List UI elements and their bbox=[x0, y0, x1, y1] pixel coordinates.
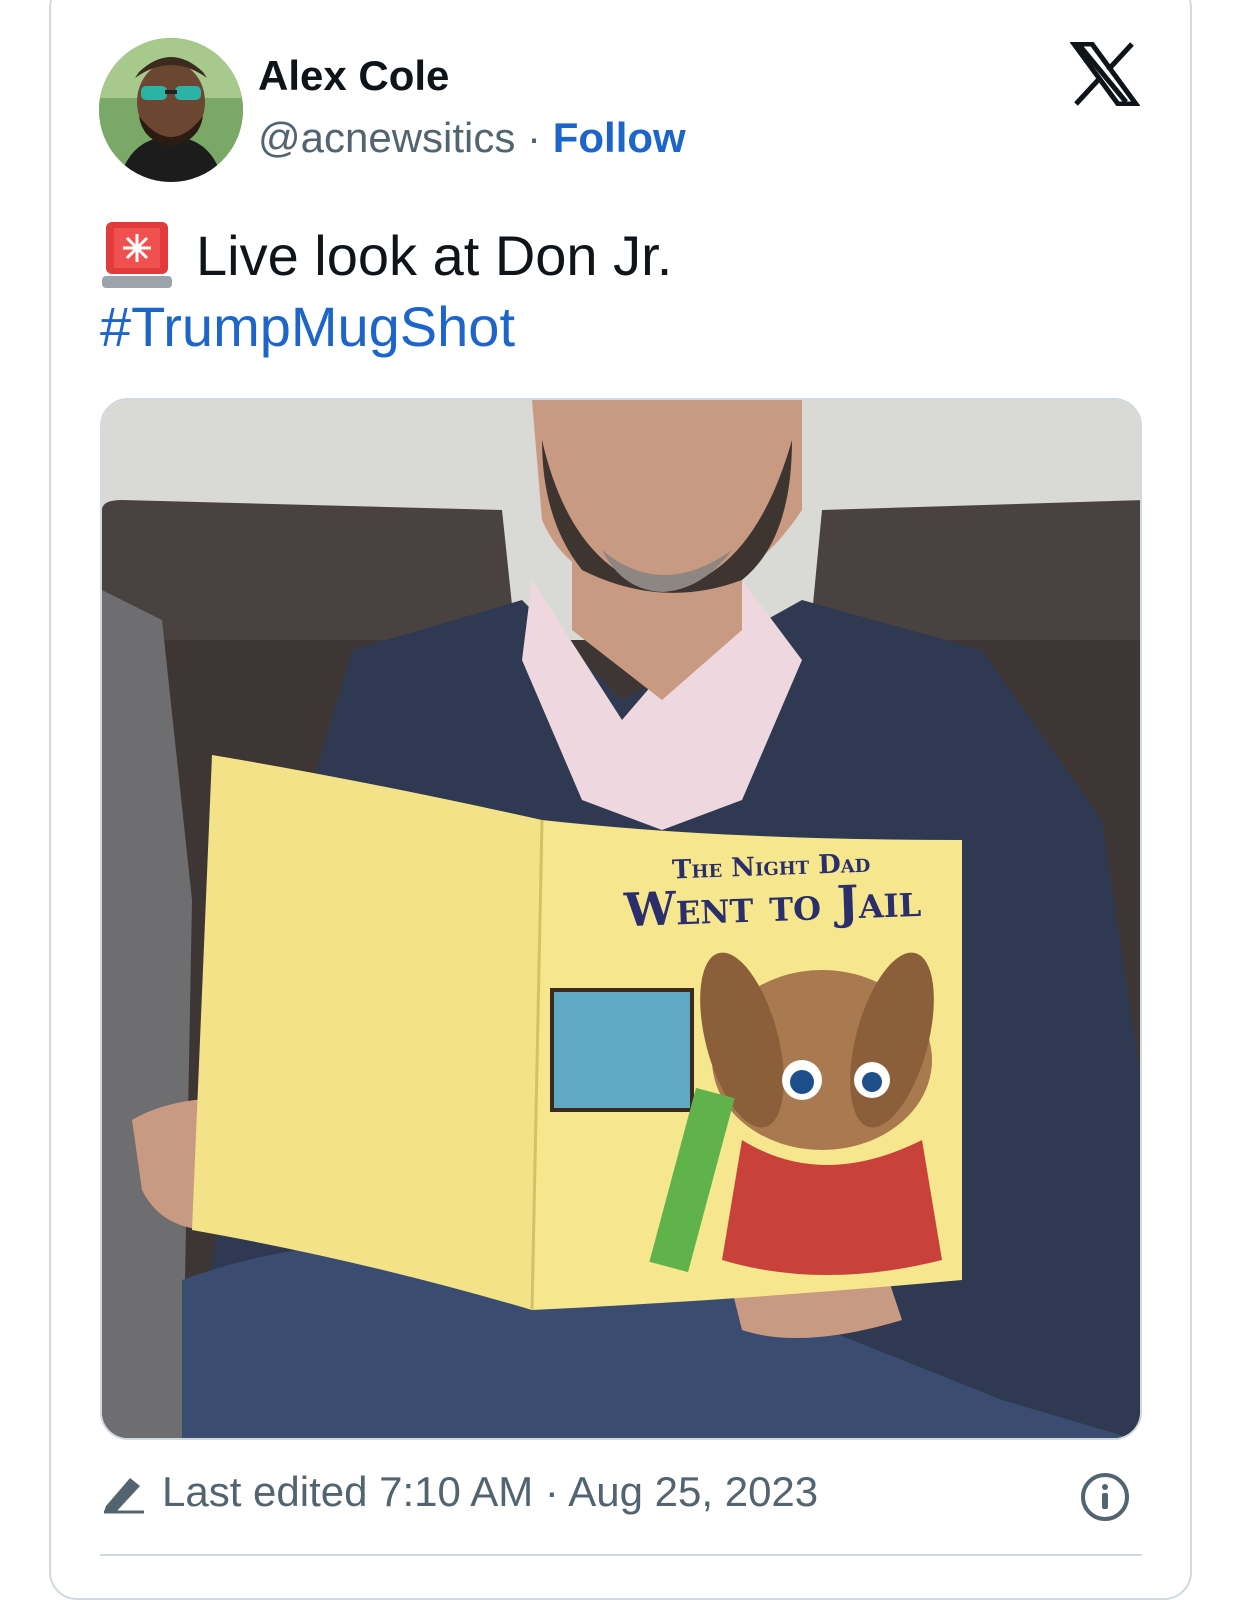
tweet-body: Live look at Don Jr. bbox=[196, 223, 673, 287]
avatar[interactable] bbox=[99, 38, 243, 182]
police-siren-icon bbox=[102, 222, 172, 288]
book-title: The Night Dad Went to Jail bbox=[581, 845, 963, 938]
follow-button[interactable]: Follow bbox=[553, 114, 686, 161]
x-logo-icon[interactable] bbox=[1070, 42, 1140, 106]
book-title-line2: Went to Jail bbox=[623, 872, 922, 938]
info-icon[interactable] bbox=[1080, 1472, 1130, 1522]
tweet-text: Live look at Don Jr. bbox=[100, 218, 672, 292]
author-handle[interactable]: @acnewsitics bbox=[258, 114, 515, 161]
divider bbox=[100, 1554, 1142, 1556]
tweet-image[interactable]: The Night Dad Went to Jail bbox=[100, 398, 1142, 1440]
edited-text: Last edited 7:10 AM · Aug 25, 2023 bbox=[162, 1468, 819, 1515]
author-handle-row: @acnewsitics · Follow bbox=[258, 114, 686, 162]
author-name[interactable]: Alex Cole bbox=[258, 52, 449, 100]
edited-info[interactable]: Last edited 7:10 AM · Aug 25, 2023 bbox=[100, 1468, 818, 1516]
pencil-icon bbox=[104, 1478, 144, 1514]
hashtag-link[interactable]: #TrumpMugShot bbox=[100, 294, 515, 359]
separator-dot: · bbox=[527, 114, 542, 161]
